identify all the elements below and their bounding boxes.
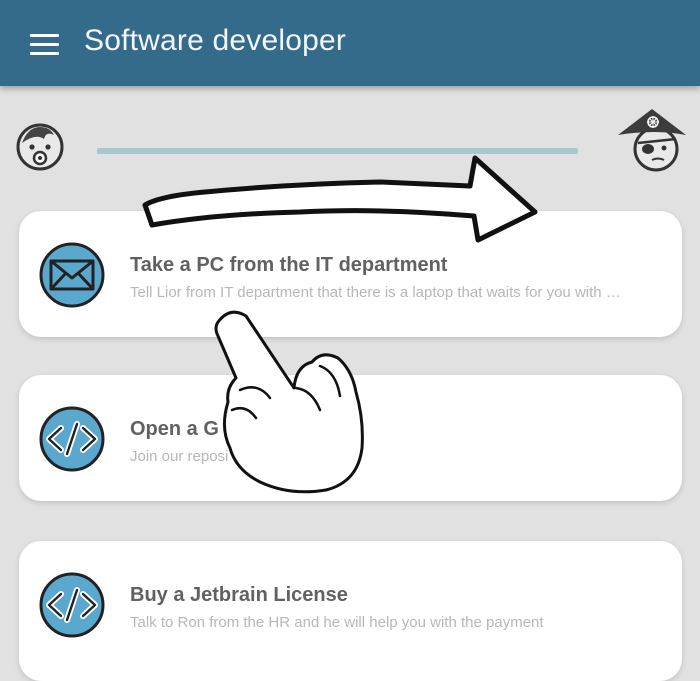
progress-bar xyxy=(97,148,578,154)
task-card[interactable]: Take a PC from the IT department Tell Li… xyxy=(19,211,682,337)
app-bar: Software developer xyxy=(0,0,700,86)
task-subtitle: Talk to Ron from the HR and he will help… xyxy=(130,614,544,631)
progress-section xyxy=(0,86,700,206)
task-title: Open a G xyxy=(130,418,219,440)
baby-face-icon xyxy=(16,123,64,171)
task-subtitle: Join our reposi ael xyxy=(130,448,253,465)
task-card[interactable]: Open a G Join our reposi ael xyxy=(19,375,682,501)
code-icon xyxy=(39,406,105,472)
pirate-face-icon xyxy=(618,109,686,172)
envelope-icon xyxy=(39,242,105,308)
task-title: Buy a Jetbrain License xyxy=(130,584,348,606)
page-title: Software developer xyxy=(84,24,347,57)
task-title: Take a PC from the IT department xyxy=(130,254,448,276)
task-subtitle: Tell Lior from IT department that there … xyxy=(130,284,621,301)
task-card[interactable]: Buy a Jetbrain License Talk to Ron from … xyxy=(19,541,682,681)
hamburger-menu-icon[interactable] xyxy=(30,34,60,56)
code-icon xyxy=(39,572,105,638)
